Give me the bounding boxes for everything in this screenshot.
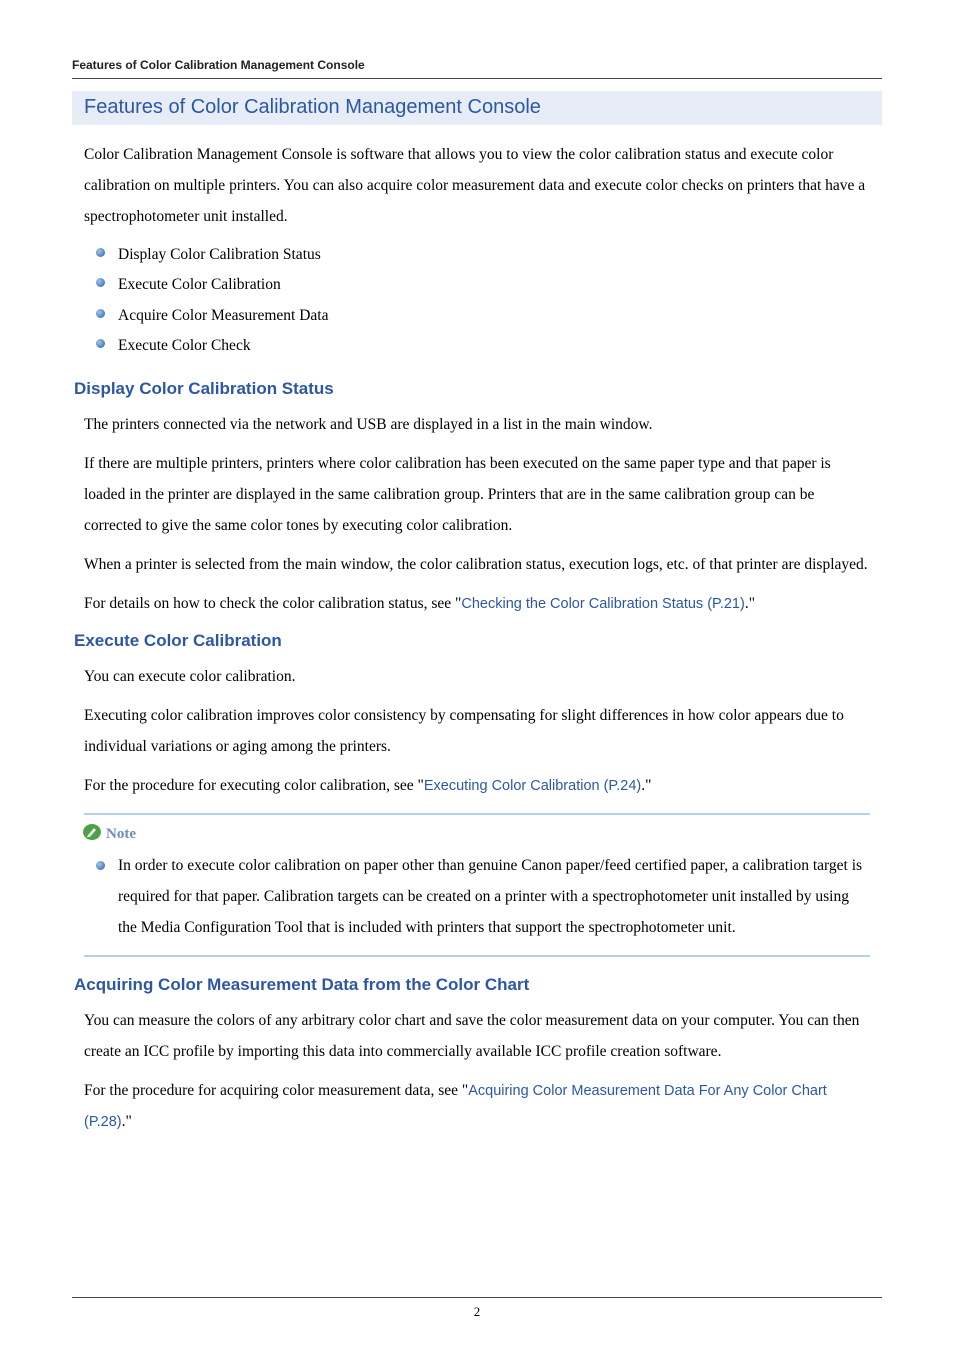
feature-list: Display Color Calibration Status Execute…: [96, 240, 882, 361]
text-fragment: .": [745, 595, 755, 612]
pencil-icon: [82, 823, 102, 846]
page-title: Features of Color Calibration Management…: [72, 91, 882, 125]
text-fragment: For the procedure for executing color ca…: [84, 777, 424, 794]
body-paragraph: For the procedure for executing color ca…: [84, 770, 870, 801]
page-container: Features of Color Calibration Management…: [0, 0, 954, 1350]
text-fragment: For details on how to check the color ca…: [84, 595, 461, 612]
list-item: Execute Color Check: [96, 331, 882, 361]
note-list: In order to execute color calibration on…: [96, 850, 870, 943]
link-executing-calibration[interactable]: Executing Color Calibration (P.24): [424, 778, 641, 794]
page-footer: 2: [72, 1297, 882, 1320]
text-fragment: .": [641, 777, 651, 794]
list-item: Display Color Calibration Status: [96, 240, 882, 270]
running-head: Features of Color Calibration Management…: [72, 58, 882, 79]
text-fragment: For the procedure for acquiring color me…: [84, 1082, 468, 1099]
body-paragraph: You can execute color calibration.: [84, 661, 870, 692]
body-paragraph: The printers connected via the network a…: [84, 409, 870, 440]
section-heading-display: Display Color Calibration Status: [74, 379, 882, 399]
section-heading-acquire: Acquiring Color Measurement Data from th…: [74, 975, 882, 995]
body-paragraph: For details on how to check the color ca…: [84, 588, 870, 619]
body-paragraph: You can measure the colors of any arbitr…: [84, 1005, 870, 1067]
body-paragraph: For the procedure for acquiring color me…: [84, 1075, 870, 1137]
body-paragraph: If there are multiple printers, printers…: [84, 448, 870, 541]
text-fragment: .": [122, 1113, 132, 1130]
body-paragraph: Executing color calibration improves col…: [84, 700, 870, 762]
note-block: Note In order to execute color calibrati…: [84, 813, 870, 957]
page-number: 2: [474, 1304, 481, 1319]
body-paragraph: When a printer is selected from the main…: [84, 549, 870, 580]
note-item: In order to execute color calibration on…: [96, 850, 870, 943]
list-item: Acquire Color Measurement Data: [96, 301, 882, 331]
note-label: Note: [106, 826, 136, 843]
list-item: Execute Color Calibration: [96, 270, 882, 300]
intro-paragraph: Color Calibration Management Console is …: [84, 139, 870, 232]
section-heading-execute: Execute Color Calibration: [74, 631, 882, 651]
link-checking-status[interactable]: Checking the Color Calibration Status (P…: [461, 596, 744, 612]
note-head: Note: [82, 823, 870, 846]
